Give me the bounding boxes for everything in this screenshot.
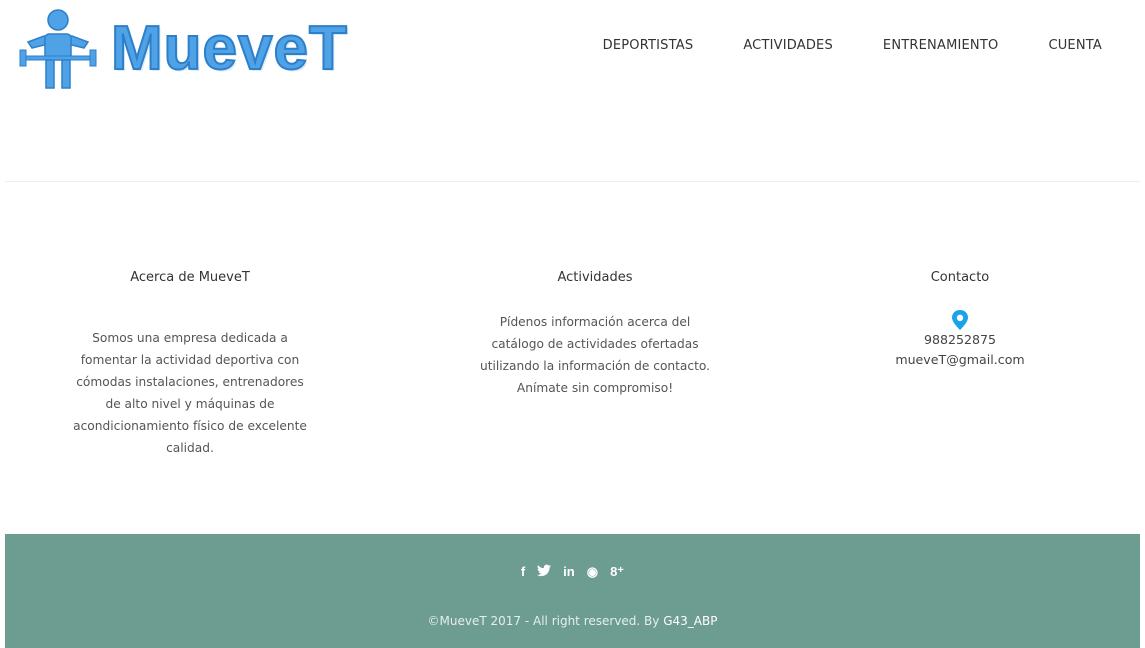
twitter-icon[interactable]: [537, 564, 552, 580]
facebook-icon[interactable]: f: [521, 564, 525, 580]
activities-section: Actividades Pídenos información acerca d…: [475, 270, 715, 399]
page: MueveT DEPORTISTAS ACTIVIDADES ENTRENAMI…: [0, 0, 1145, 648]
header: MueveT DEPORTISTAS ACTIVIDADES ENTRENAMI…: [0, 0, 1145, 110]
divider: [5, 181, 1140, 182]
main-nav: DEPORTISTAS ACTIVIDADES ENTRENAMIENTO CU…: [603, 38, 1102, 53]
copyright: ©MueveT 2017 - All right reserved. By G4…: [5, 614, 1140, 628]
about-section: Acerca de MueveT Somos una empresa dedic…: [70, 270, 310, 459]
nav-cuenta[interactable]: CUENTA: [998, 38, 1102, 53]
social-links: f in ◉ 8⁺: [5, 564, 1140, 580]
linkedin-icon[interactable]: in: [563, 564, 575, 580]
contact-section: Contacto 988252875 mueveT@gmail.com: [840, 270, 1080, 370]
location-pin-icon: [952, 310, 968, 330]
activities-text: Pídenos información acerca del catálogo …: [479, 315, 710, 395]
nav-deportistas[interactable]: DEPORTISTAS: [603, 38, 694, 53]
pinterest-icon[interactable]: ◉: [587, 564, 598, 580]
about-text: Somos una empresa dedicada a fomentar la…: [73, 331, 307, 455]
logo-text: MueveT: [110, 13, 348, 84]
nav-actividades[interactable]: ACTIVIDADES: [693, 38, 833, 53]
contact-phone: 988252875: [923, 332, 997, 347]
contact-title: Contacto: [930, 270, 990, 285]
contact-email: mueveT@gmail.com: [895, 352, 1025, 367]
nav-entrenamiento[interactable]: ENTRENAMIENTO: [833, 38, 999, 53]
activities-title: Actividades: [557, 270, 633, 285]
weightlifter-icon: [19, 9, 97, 89]
googleplus-icon[interactable]: 8⁺: [610, 564, 624, 580]
author-link[interactable]: G43_ABP: [663, 614, 717, 628]
logo[interactable]: MueveT: [18, 8, 348, 94]
copyright-text: ©MueveT 2017 - All right reserved. By: [427, 614, 664, 628]
footer: f in ◉ 8⁺ ©MueveT 2017 - All right reser…: [5, 534, 1140, 648]
about-title: Acerca de MueveT: [130, 270, 250, 285]
